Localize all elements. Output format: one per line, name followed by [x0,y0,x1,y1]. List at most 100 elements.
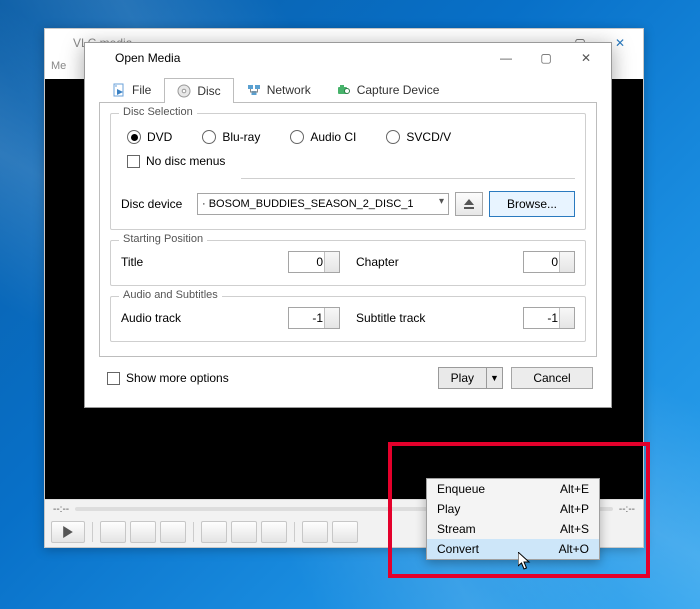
time-elapsed: --:-- [53,504,69,515]
audio-track-label: Audio track [121,311,288,325]
fullscreen-button[interactable] [201,521,227,543]
disc-icon [177,84,191,98]
disc-panel: Disc Selection DVD Blu-ray Audio CI [99,103,597,357]
subtitle-track-value: -1 [547,311,558,325]
radio-bluray[interactable]: Blu-ray [202,130,260,144]
dialog-titlebar[interactable]: Open Media — ▢ ✕ [85,43,611,73]
menu-item-enqueue[interactable]: Enqueue Alt+E [427,479,599,499]
audio-track-stepper[interactable]: -1 ▴ ▾ [288,307,340,329]
network-icon [247,83,261,97]
disc-selection-legend: Disc Selection [119,106,197,118]
radio-dot-icon [290,130,304,144]
starting-position-legend: Starting Position [119,233,207,245]
menu-item-play[interactable]: Play Alt+P [427,499,599,519]
tab-file[interactable]: File [99,77,164,102]
open-media-dialog: Open Media — ▢ ✕ File Disc [84,42,612,408]
prev-button[interactable] [100,521,126,543]
no-disc-menus-label: No disc menus [146,154,225,168]
chapter-label: Chapter [356,255,523,269]
dialog-minimize-button[interactable]: — [489,47,523,69]
menu-item-stream[interactable]: Stream Alt+S [427,519,599,539]
cancel-button[interactable]: Cancel [511,367,593,389]
menu-item-accel: Alt+O [559,542,589,556]
chevron-down-icon[interactable]: ▾ [562,319,572,327]
random-button[interactable] [332,521,358,543]
play-button[interactable] [51,521,85,543]
play-dropdown-menu: Enqueue Alt+E Play Alt+P Stream Alt+S Co… [426,478,600,560]
dialog-maximize-button[interactable]: ▢ [529,47,563,69]
tab-disc-label: Disc [197,84,220,98]
subtitle-track-stepper[interactable]: -1 ▴ ▾ [523,307,575,329]
radio-dvd-label: DVD [147,130,172,144]
radio-dot-icon [202,130,216,144]
starting-position-group: Starting Position Title 0 ▴ ▾ Chapter 0 [110,240,586,286]
chevron-down-icon[interactable]: ▾ [327,263,337,271]
vlc-cone-icon [51,35,67,51]
tab-disc[interactable]: Disc [164,78,233,103]
play-main-button[interactable]: Play [439,368,486,388]
audio-track-value: -1 [312,311,323,325]
menu-item-convert[interactable]: Convert Alt+O [427,539,599,559]
checkbox-icon [127,155,140,168]
radio-svcd[interactable]: SVCD/V [386,130,451,144]
play-button-label: Play [451,371,474,385]
audio-subtitles-legend: Audio and Subtitles [119,289,222,301]
disc-device-label: Disc device [121,197,191,211]
chapter-stepper[interactable]: 0 ▴ ▾ [523,251,575,273]
playlist-button[interactable] [261,521,287,543]
menu-item-label: Play [437,502,460,516]
show-more-options-checkbox[interactable]: Show more options [107,371,438,385]
tab-capture[interactable]: Capture Device [324,77,453,102]
chevron-up-icon[interactable]: ▴ [562,309,572,317]
radio-dvd[interactable]: DVD [127,130,172,144]
tab-network[interactable]: Network [234,77,324,102]
time-remaining: --:-- [619,504,635,515]
browse-button[interactable]: Browse... [489,191,575,217]
stop-button[interactable] [130,521,156,543]
chevron-up-icon[interactable]: ▴ [327,253,337,261]
no-disc-menus-checkbox[interactable]: No disc menus [127,154,575,168]
cancel-button-label: Cancel [533,371,570,385]
eject-button[interactable] [455,192,483,216]
browse-button-label: Browse... [507,197,557,211]
chevron-down-icon[interactable]: ▾ [327,319,337,327]
subtitle-track-label: Subtitle track [356,311,523,325]
chevron-up-icon[interactable]: ▴ [327,309,337,317]
radio-bluray-label: Blu-ray [222,130,260,144]
title-stepper[interactable]: 0 ▴ ▾ [288,251,340,273]
menu-item-accel: Alt+E [560,482,589,496]
dialog-bottom-row: Show more options Play ▼ Cancel [93,363,603,397]
audio-subtitles-group: Audio and Subtitles Audio track -1 ▴ ▾ S… [110,296,586,342]
checkbox-icon [107,372,120,385]
loop-button[interactable] [302,521,328,543]
chevron-up-icon[interactable]: ▴ [562,253,572,261]
tab-file-label: File [132,83,151,97]
menu-item-accel: Alt+S [560,522,589,536]
radio-audiocd-label: Audio CI [310,130,356,144]
menu-item-label: Stream [437,522,476,536]
disc-selection-group: Disc Selection DVD Blu-ray Audio CI [110,113,586,230]
tab-network-label: Network [267,83,311,97]
menu-item-label: Enqueue [437,482,485,496]
chevron-down-icon: ▼ [490,373,499,383]
next-button[interactable] [160,521,186,543]
disc-device-select[interactable]: · BOSOM_BUDDIES_SEASON_2_DISC_1 [197,193,449,215]
play-dropdown-button[interactable]: ▼ [486,368,502,388]
vlc-cone-icon [93,50,109,66]
show-more-options-label: Show more options [126,371,229,385]
radio-audiocd[interactable]: Audio CI [290,130,356,144]
menu-item-accel: Alt+P [560,502,589,516]
dialog-title: Open Media [115,51,180,65]
media-tabs: File Disc Network Capture Device [99,77,597,103]
disc-device-value: · BOSOM_BUDDIES_SEASON_2_DISC_1 [202,198,414,210]
title-value: 0 [316,255,323,269]
chevron-down-icon[interactable]: ▾ [562,263,572,271]
mouse-cursor-icon [518,552,532,570]
menu-item-me[interactable]: Me [51,60,66,72]
radio-dot-icon [386,130,400,144]
dialog-close-button[interactable]: ✕ [569,47,603,69]
radio-dot-icon [127,130,141,144]
play-split-button[interactable]: Play ▼ [438,367,503,389]
file-icon [112,83,126,97]
extended-button[interactable] [231,521,257,543]
